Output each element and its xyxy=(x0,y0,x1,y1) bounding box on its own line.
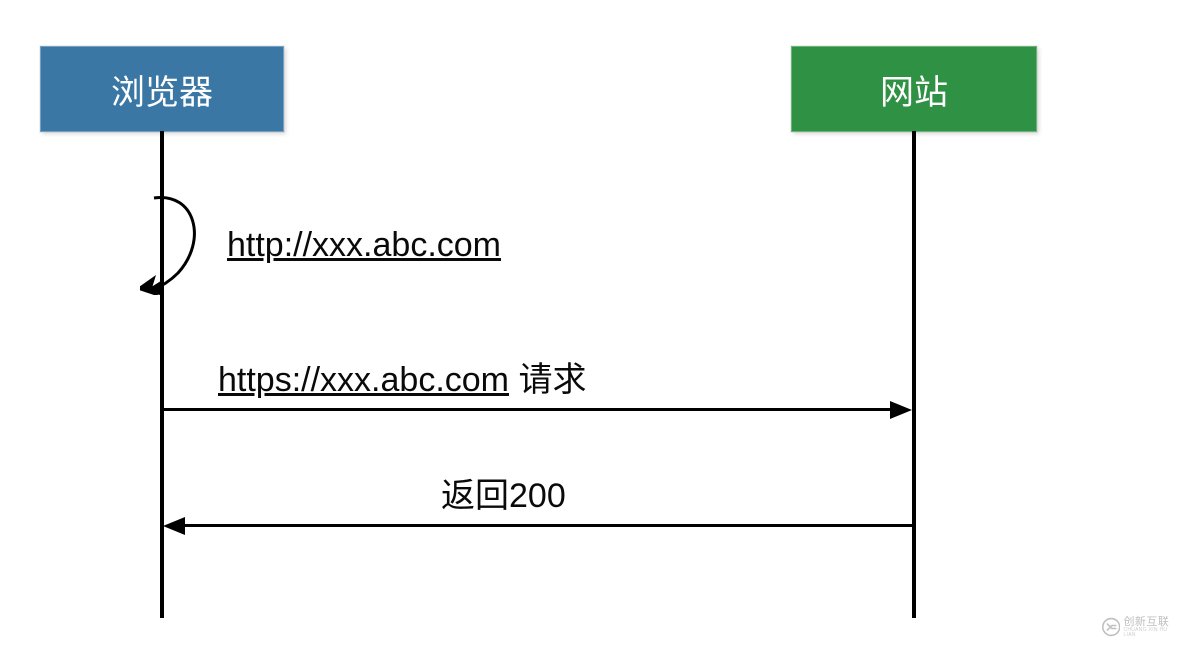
watermark-sub: CHUANG XIN HU LIAN xyxy=(1123,628,1172,638)
request-message-url: https://xxx.abc.com xyxy=(218,361,509,399)
response-message-text: 返回200 xyxy=(441,477,566,515)
watermark-brand: 创新互联 xyxy=(1123,617,1172,628)
sequence-diagram: 浏览器 网站 http://xxx.abc.com https://xxx.ab… xyxy=(0,0,1178,648)
response-arrow-line xyxy=(184,524,914,527)
participant-website-label: 网站 xyxy=(880,65,948,114)
response-arrow-head xyxy=(163,517,185,535)
participant-browser: 浏览器 xyxy=(40,46,284,132)
watermark-icon xyxy=(1102,616,1120,638)
request-message-label: https://xxx.abc.com 请求 xyxy=(218,352,586,401)
lifeline-website xyxy=(912,131,916,618)
participant-website: 网站 xyxy=(791,46,1037,132)
participant-browser-label: 浏览器 xyxy=(111,65,213,114)
request-arrow-head xyxy=(890,401,912,419)
self-message-label: http://xxx.abc.com xyxy=(227,226,501,265)
watermark: 创新互联 CHUANG XIN HU LIAN xyxy=(1102,612,1172,642)
watermark-text: 创新互联 CHUANG XIN HU LIAN xyxy=(1123,617,1172,638)
response-message-label: 返回200 xyxy=(441,468,566,517)
request-message-suffix: 请求 xyxy=(509,361,586,399)
self-message-url: http://xxx.abc.com xyxy=(227,226,501,264)
request-arrow-line xyxy=(164,408,892,411)
